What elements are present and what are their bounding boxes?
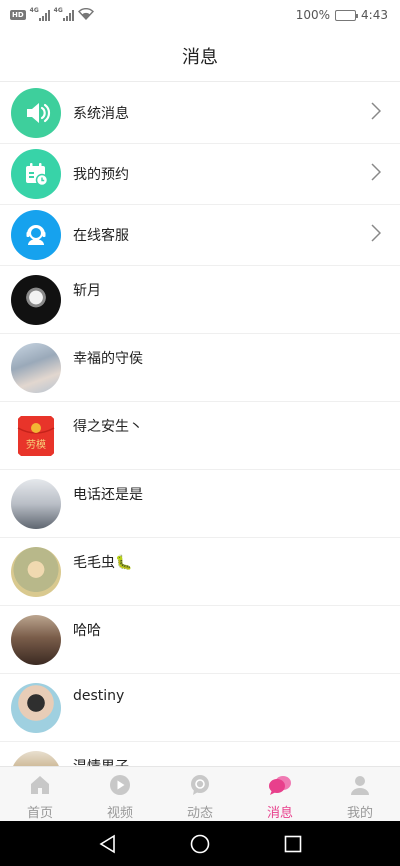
status-bar: HD 4G 4G 100% 4:43 [0, 0, 400, 30]
tab-label: 首页 [26, 806, 53, 821]
avatar [11, 614, 61, 665]
headset-icon [11, 210, 61, 260]
list-item-label: 在线客服 [73, 228, 129, 244]
calendar-icon [11, 149, 61, 199]
page-header: 消息 [0, 30, 400, 82]
clock: 4:43 [361, 8, 388, 22]
message-list[interactable]: 系统消息 我的预约 在线客服 斩月 幸福的守侯 劳模 得之安生丶 电话还是是 毛… [0, 83, 400, 766]
list-item-label: 我的预约 [73, 167, 129, 183]
avatar [11, 546, 61, 597]
chevron-right-icon [371, 102, 382, 124]
tab-home[interactable]: 首页 [0, 767, 80, 821]
conversation-name: 得之安生丶 [73, 419, 143, 435]
page-title: 消息 [182, 46, 218, 68]
hd-badge: HD [10, 10, 26, 20]
conversation-item[interactable]: 毛毛虫🐛 [0, 538, 400, 606]
conversation-name: 哈哈 [73, 623, 101, 639]
battery-icon [335, 9, 359, 21]
avatar [11, 751, 61, 766]
status-bar-right: 100% 4:43 [296, 8, 388, 22]
conversation-item[interactable]: 劳模 得之安生丶 [0, 402, 400, 470]
list-item-label: 系统消息 [73, 106, 129, 122]
list-item-system-messages[interactable]: 系统消息 [0, 83, 400, 144]
tab-messages[interactable]: 消息 [240, 767, 320, 821]
avatar [11, 342, 61, 393]
battery-percent: 100% [295, 8, 331, 22]
list-item-my-appointments[interactable]: 我的预约 [0, 144, 400, 205]
red-envelope-text: 劳模 [26, 438, 46, 451]
chat-bubble-icon [188, 773, 212, 797]
conversation-name: 温情男子 [73, 756, 129, 766]
network-type-2: 4G [53, 7, 63, 14]
avatar [11, 682, 61, 733]
speaker-icon [11, 88, 61, 138]
status-bar-left: HD 4G 4G [10, 7, 94, 23]
conversation-item[interactable]: 电话还是是 [0, 470, 400, 538]
signal-icon: 4G [29, 7, 50, 21]
avatar: 劳模 [11, 410, 61, 461]
conversation-name: destiny [73, 688, 125, 704]
tab-video[interactable]: 视频 [80, 767, 160, 821]
recent-apps-icon[interactable] [273, 824, 313, 864]
messages-icon [268, 773, 292, 797]
conversation-name: 毛毛虫🐛 [73, 555, 133, 571]
tab-label: 视频 [106, 806, 133, 821]
home-icon [28, 773, 52, 797]
signal-icon-2: 4G [53, 7, 74, 21]
back-icon[interactable] [87, 824, 127, 864]
list-item-online-support[interactable]: 在线客服 [0, 205, 400, 266]
system-nav-bar [0, 821, 400, 866]
conversation-item[interactable]: destiny [0, 674, 400, 742]
tab-label: 动态 [186, 806, 213, 821]
conversation-item[interactable]: 斩月 [0, 266, 400, 334]
user-icon [348, 773, 372, 797]
conversation-item[interactable]: 温情男子 [0, 742, 400, 766]
conversation-name: 电话还是是 [73, 487, 143, 503]
conversation-name: 斩月 [73, 283, 101, 299]
conversation-item[interactable]: 幸福的守侯 [0, 334, 400, 402]
network-type: 4G [29, 7, 39, 14]
chevron-right-icon [371, 224, 382, 246]
play-icon [108, 773, 132, 797]
tab-moments[interactable]: 动态 [160, 767, 240, 821]
home-circle-icon[interactable] [180, 824, 220, 864]
conversation-name: 幸福的守侯 [73, 351, 143, 367]
conversation-item[interactable]: 哈哈 [0, 606, 400, 674]
tab-label: 消息 [266, 806, 293, 821]
wifi-icon [77, 7, 94, 23]
bottom-tab-bar: 首页 视频 动态 消息 我的 [0, 766, 400, 821]
avatar [11, 274, 61, 325]
chevron-right-icon [371, 163, 382, 185]
tab-label: 我的 [346, 806, 373, 821]
avatar [11, 478, 61, 529]
tab-me[interactable]: 我的 [320, 767, 400, 821]
